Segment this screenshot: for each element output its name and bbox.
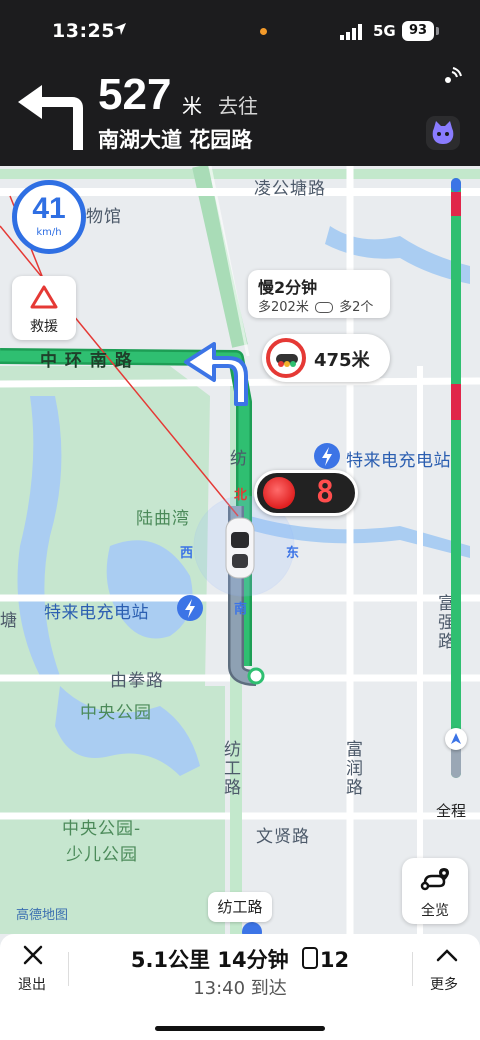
cellular-signal-icon [340, 24, 362, 40]
turn-left-icon [18, 85, 83, 150]
route-progress-rail[interactable] [451, 178, 461, 778]
compass-west: 西 [180, 546, 194, 561]
road-label-furun: 富润路 [342, 740, 362, 797]
traffic-light-ring [266, 338, 306, 378]
road-label-fanggong-vertical: 纺工路 [220, 740, 240, 797]
location-arrow-icon [114, 23, 126, 35]
maneuver-distance: 527 [98, 70, 172, 119]
red-light-countdown: 8 [254, 470, 358, 516]
battery-tip [436, 27, 439, 35]
route-progress-position [445, 728, 467, 750]
road-label-linggongtang: 凌公塘路 [254, 179, 326, 199]
full-view-label: 全览 [421, 903, 449, 919]
speed-unit: km/h [36, 227, 62, 238]
poi-label-museum: 物馆 [86, 207, 122, 227]
clock: 13:25 [52, 20, 115, 42]
assistant-avatar-button[interactable] [426, 116, 460, 150]
current-speed: 41 [32, 192, 66, 225]
alt-route-info-bubble[interactable]: 慢2分钟 多202米 多2个 [248, 270, 390, 318]
rescue-button[interactable]: 救援 [12, 276, 76, 340]
full-route-label[interactable]: 全程 [436, 800, 466, 821]
warning-triangle-icon [30, 285, 58, 309]
road-label-zhonghuan-south: 中 环 南 路 [40, 351, 133, 371]
traffic-light-count: 12 [319, 948, 350, 972]
compass-east: 东 [286, 546, 300, 561]
amap-logo: 高德地图 [16, 908, 69, 923]
status-bar: 13:25 5G 93 [0, 0, 480, 62]
road-label-wenxian: 文贤路 [256, 827, 310, 847]
road-label-tang: 塘 [0, 611, 18, 631]
alt-route-detail: 多202米 多2个 [258, 296, 373, 315]
speed-indicator: 41 km/h [12, 180, 86, 254]
position-arrow-icon [451, 733, 461, 744]
battery-icon: 93 [402, 21, 434, 41]
poi-label-charger-east[interactable]: 特来电充电站 [346, 446, 451, 471]
countdown-seconds: 8 [315, 475, 335, 510]
traffic-light-mini-icon [314, 302, 333, 313]
home-indicator[interactable] [155, 1026, 325, 1031]
signal-broadcast-icon[interactable] [440, 66, 462, 88]
next-traffic-light-bubble[interactable]: 475米 [262, 334, 390, 382]
network-type: 5G [373, 22, 396, 40]
park-label-kids-2: 少儿公园 [66, 845, 138, 865]
alt-route-delay: 慢2分钟 [258, 278, 318, 297]
chevron-up-icon[interactable] [436, 948, 458, 962]
remaining-distance: 5.1公里 [130, 948, 211, 972]
route-overview-icon [420, 868, 449, 891]
traffic-light-icon [276, 354, 298, 367]
trip-summary-bar: 退出 5.1公里 14分钟 12 13:40 到达 更多 [0, 934, 480, 1040]
alt-route-extra-lights: 多2个 [339, 300, 374, 315]
next-road-name: 南湖大道 花园路 [98, 128, 253, 152]
area-label-luquwan: 陆曲湾 [136, 509, 190, 529]
arrival-time: 13:40 到达 [193, 978, 287, 999]
compass-south: 南 [234, 602, 248, 617]
full-view-button[interactable]: 全览 [402, 858, 468, 924]
traffic-light-distance: 475米 [314, 350, 370, 371]
park-label-central: 中央公园 [80, 703, 152, 723]
rescue-label: 救援 [30, 319, 58, 335]
vehicle-marker [225, 517, 255, 579]
compass-north: 北 [234, 488, 248, 503]
trip-summary[interactable]: 5.1公里 14分钟 12 [0, 944, 480, 974]
poi-label-charger-west[interactable]: 特来电充电站 [44, 598, 149, 623]
road-label-fang: 纺 [230, 449, 248, 469]
park-label-kids-1: 中央公园- [62, 819, 142, 839]
road-label-youquan: 由拳路 [110, 671, 164, 691]
traffic-light-count-icon [301, 947, 318, 969]
distance-unit: 米 [182, 94, 202, 118]
current-road-tag: 纺工路 [208, 892, 272, 922]
more-button[interactable]: 更多 [430, 974, 458, 994]
red-light-icon [263, 477, 295, 509]
alt-route-extra-distance: 多202米 [258, 300, 309, 315]
cat-mascot-icon [432, 121, 454, 144]
remaining-time: 14分钟 [217, 948, 289, 972]
privacy-indicator-dot [260, 28, 267, 35]
navigation-instruction-panel[interactable]: 527 米 去往 南湖大道 花园路 [0, 62, 480, 166]
divider [412, 952, 413, 986]
goto-word: 去往 [218, 94, 258, 118]
